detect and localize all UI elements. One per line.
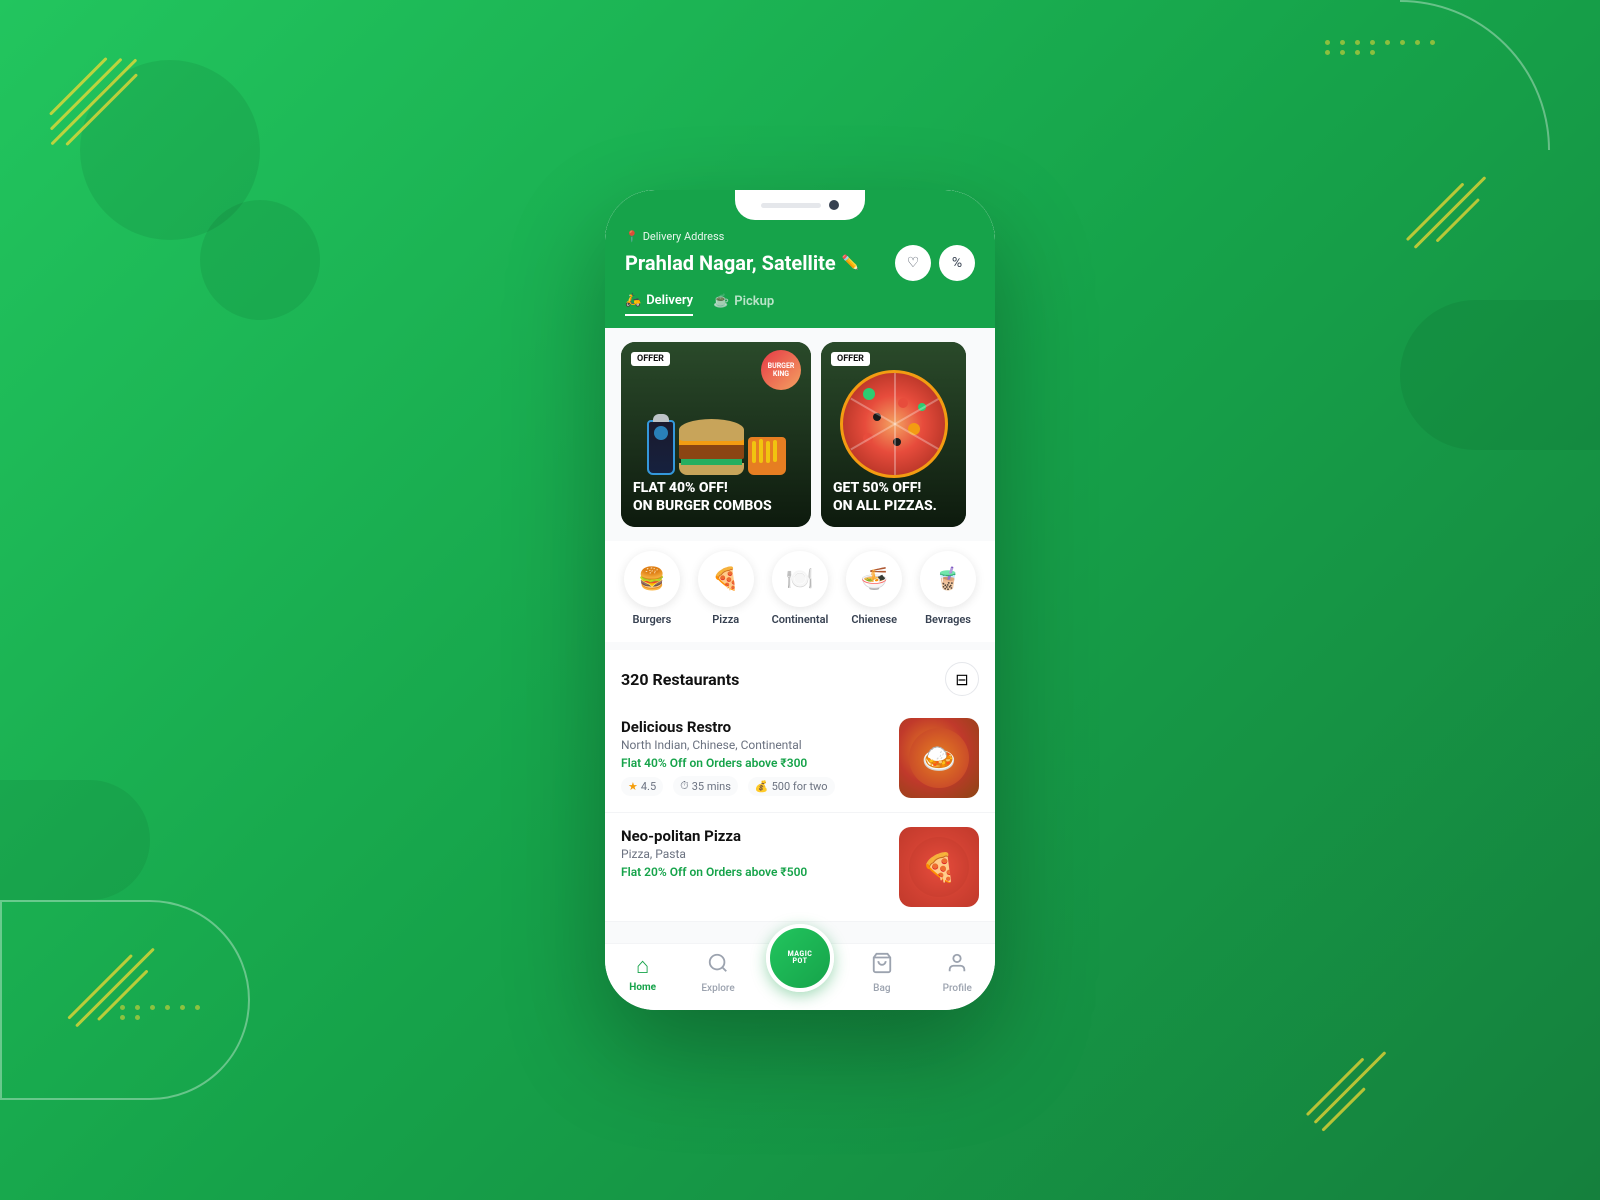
- nav-explore[interactable]: Explore: [691, 952, 746, 994]
- restaurant-1-meta: ★ 4.5 ⏱ 35 mins 💰 500 for two: [621, 776, 887, 796]
- bag-nav-label: Bag: [873, 983, 890, 994]
- offer-badge-1: OFFER: [631, 352, 670, 366]
- bottom-nav: ⌂ Home Explore MAGIC POT: [605, 943, 995, 1010]
- profile-icon: [946, 952, 968, 980]
- explore-icon: [707, 952, 729, 980]
- banner-burger[interactable]: OFFER BURGERKING: [621, 342, 811, 527]
- rating-badge-1: ★ 4.5: [621, 777, 663, 796]
- time-badge-1: ⏱ 35 mins: [673, 776, 738, 796]
- banner-pizza[interactable]: OFFER: [821, 342, 966, 527]
- restaurant-card-2[interactable]: Neo-politan Pizza Pizza, Pasta Flat 20% …: [605, 813, 995, 922]
- restaurant-2-info: Neo-politan Pizza Pizza, Pasta Flat 20% …: [621, 827, 887, 885]
- heart-icon: ♡: [907, 255, 920, 271]
- phone-frame: 📍 Delivery Address Prahlad Nagar, Satell…: [605, 190, 995, 1010]
- restaurants-count: 320 Restaurants: [621, 670, 739, 689]
- delivery-tab-icon: 🛵: [625, 293, 641, 308]
- restaurant-2-offer: Flat 20% Off on Orders above ₹500: [621, 865, 887, 879]
- tab-delivery[interactable]: 🛵 Delivery: [625, 293, 693, 316]
- restaurant-1-offer: Flat 40% Off on Orders above ₹300: [621, 756, 887, 770]
- category-pizza[interactable]: 🍕 Pizza: [698, 551, 754, 626]
- home-nav-label: Home: [629, 982, 656, 993]
- price-icon: 💰: [755, 780, 769, 793]
- nav-home[interactable]: ⌂ Home: [615, 953, 670, 993]
- main-content: OFFER BURGERKING: [605, 328, 995, 943]
- phone-screen: 📍 Delivery Address Prahlad Nagar, Satell…: [605, 190, 995, 1010]
- chinese-icon: 🍜: [846, 551, 902, 607]
- pin-icon: 📍: [625, 230, 639, 243]
- bag-icon: [871, 952, 893, 980]
- banner-1-text: FLAT 40% OFF! ON BURGER COMBOS: [633, 479, 772, 515]
- banner-2-text: GET 50% OFF! ON ALL PIZZAS.: [833, 479, 937, 515]
- offer-badge-2: OFFER: [831, 352, 870, 366]
- clock-icon: ⏱: [680, 779, 689, 793]
- edit-icon: ✏️: [842, 255, 859, 271]
- tab-pickup[interactable]: ☕ Pickup: [713, 293, 774, 316]
- filter-button[interactable]: ⊟: [945, 662, 979, 696]
- continental-icon: 🍽️: [772, 551, 828, 607]
- beverages-icon: 🧋: [920, 551, 976, 607]
- restaurants-header: 320 Restaurants ⊟: [605, 650, 995, 704]
- star-icon: ★: [628, 780, 638, 793]
- restaurant-1-image: 🍛: [899, 718, 979, 798]
- phone-notch: [735, 190, 865, 220]
- location-name[interactable]: Prahlad Nagar, Satellite ✏️: [625, 251, 859, 275]
- delivery-label: 📍 Delivery Address: [625, 230, 975, 243]
- category-chinese[interactable]: 🍜 Chienese: [846, 551, 902, 626]
- pizza-icon: 🍕: [698, 551, 754, 607]
- profile-nav-label: Profile: [943, 983, 972, 994]
- explore-nav-label: Explore: [701, 983, 734, 994]
- pickup-tab-icon: ☕: [713, 294, 729, 309]
- nav-profile[interactable]: Profile: [930, 952, 985, 994]
- restaurant-1-info: Delicious Restro North Indian, Chinese, …: [621, 718, 887, 796]
- banners-section: OFFER BURGERKING: [605, 328, 995, 541]
- burgers-icon: 🍔: [624, 551, 680, 607]
- offers-button[interactable]: %: [939, 245, 975, 281]
- restaurant-2-name: Neo-politan Pizza: [621, 827, 887, 845]
- category-continental[interactable]: 🍽️ Continental: [772, 551, 829, 626]
- delivery-tabs: 🛵 Delivery ☕ Pickup: [625, 293, 975, 316]
- magic-pot-button[interactable]: MAGIC POT: [766, 924, 834, 992]
- category-burgers[interactable]: 🍔 Burgers: [624, 551, 680, 626]
- category-beverages[interactable]: 🧋 Bevrages: [920, 551, 976, 626]
- nav-bag[interactable]: Bag: [854, 952, 909, 994]
- restaurant-1-cuisine: North Indian, Chinese, Continental: [621, 738, 887, 752]
- restaurant-2-cuisine: Pizza, Pasta: [621, 847, 887, 861]
- categories-section: 🍔 Burgers 🍕 Pizza 🍽️ Continental 🍜 Chien…: [605, 541, 995, 642]
- percent-icon: %: [952, 255, 962, 271]
- price-badge-1: 💰 500 for two: [748, 777, 835, 796]
- restaurant-2-image: 🍕: [899, 827, 979, 907]
- wishlist-button[interactable]: ♡: [895, 245, 931, 281]
- filter-icon: ⊟: [955, 670, 968, 689]
- home-icon: ⌂: [636, 953, 649, 979]
- restaurant-1-name: Delicious Restro: [621, 718, 887, 736]
- restaurant-card-1[interactable]: Delicious Restro North Indian, Chinese, …: [605, 704, 995, 813]
